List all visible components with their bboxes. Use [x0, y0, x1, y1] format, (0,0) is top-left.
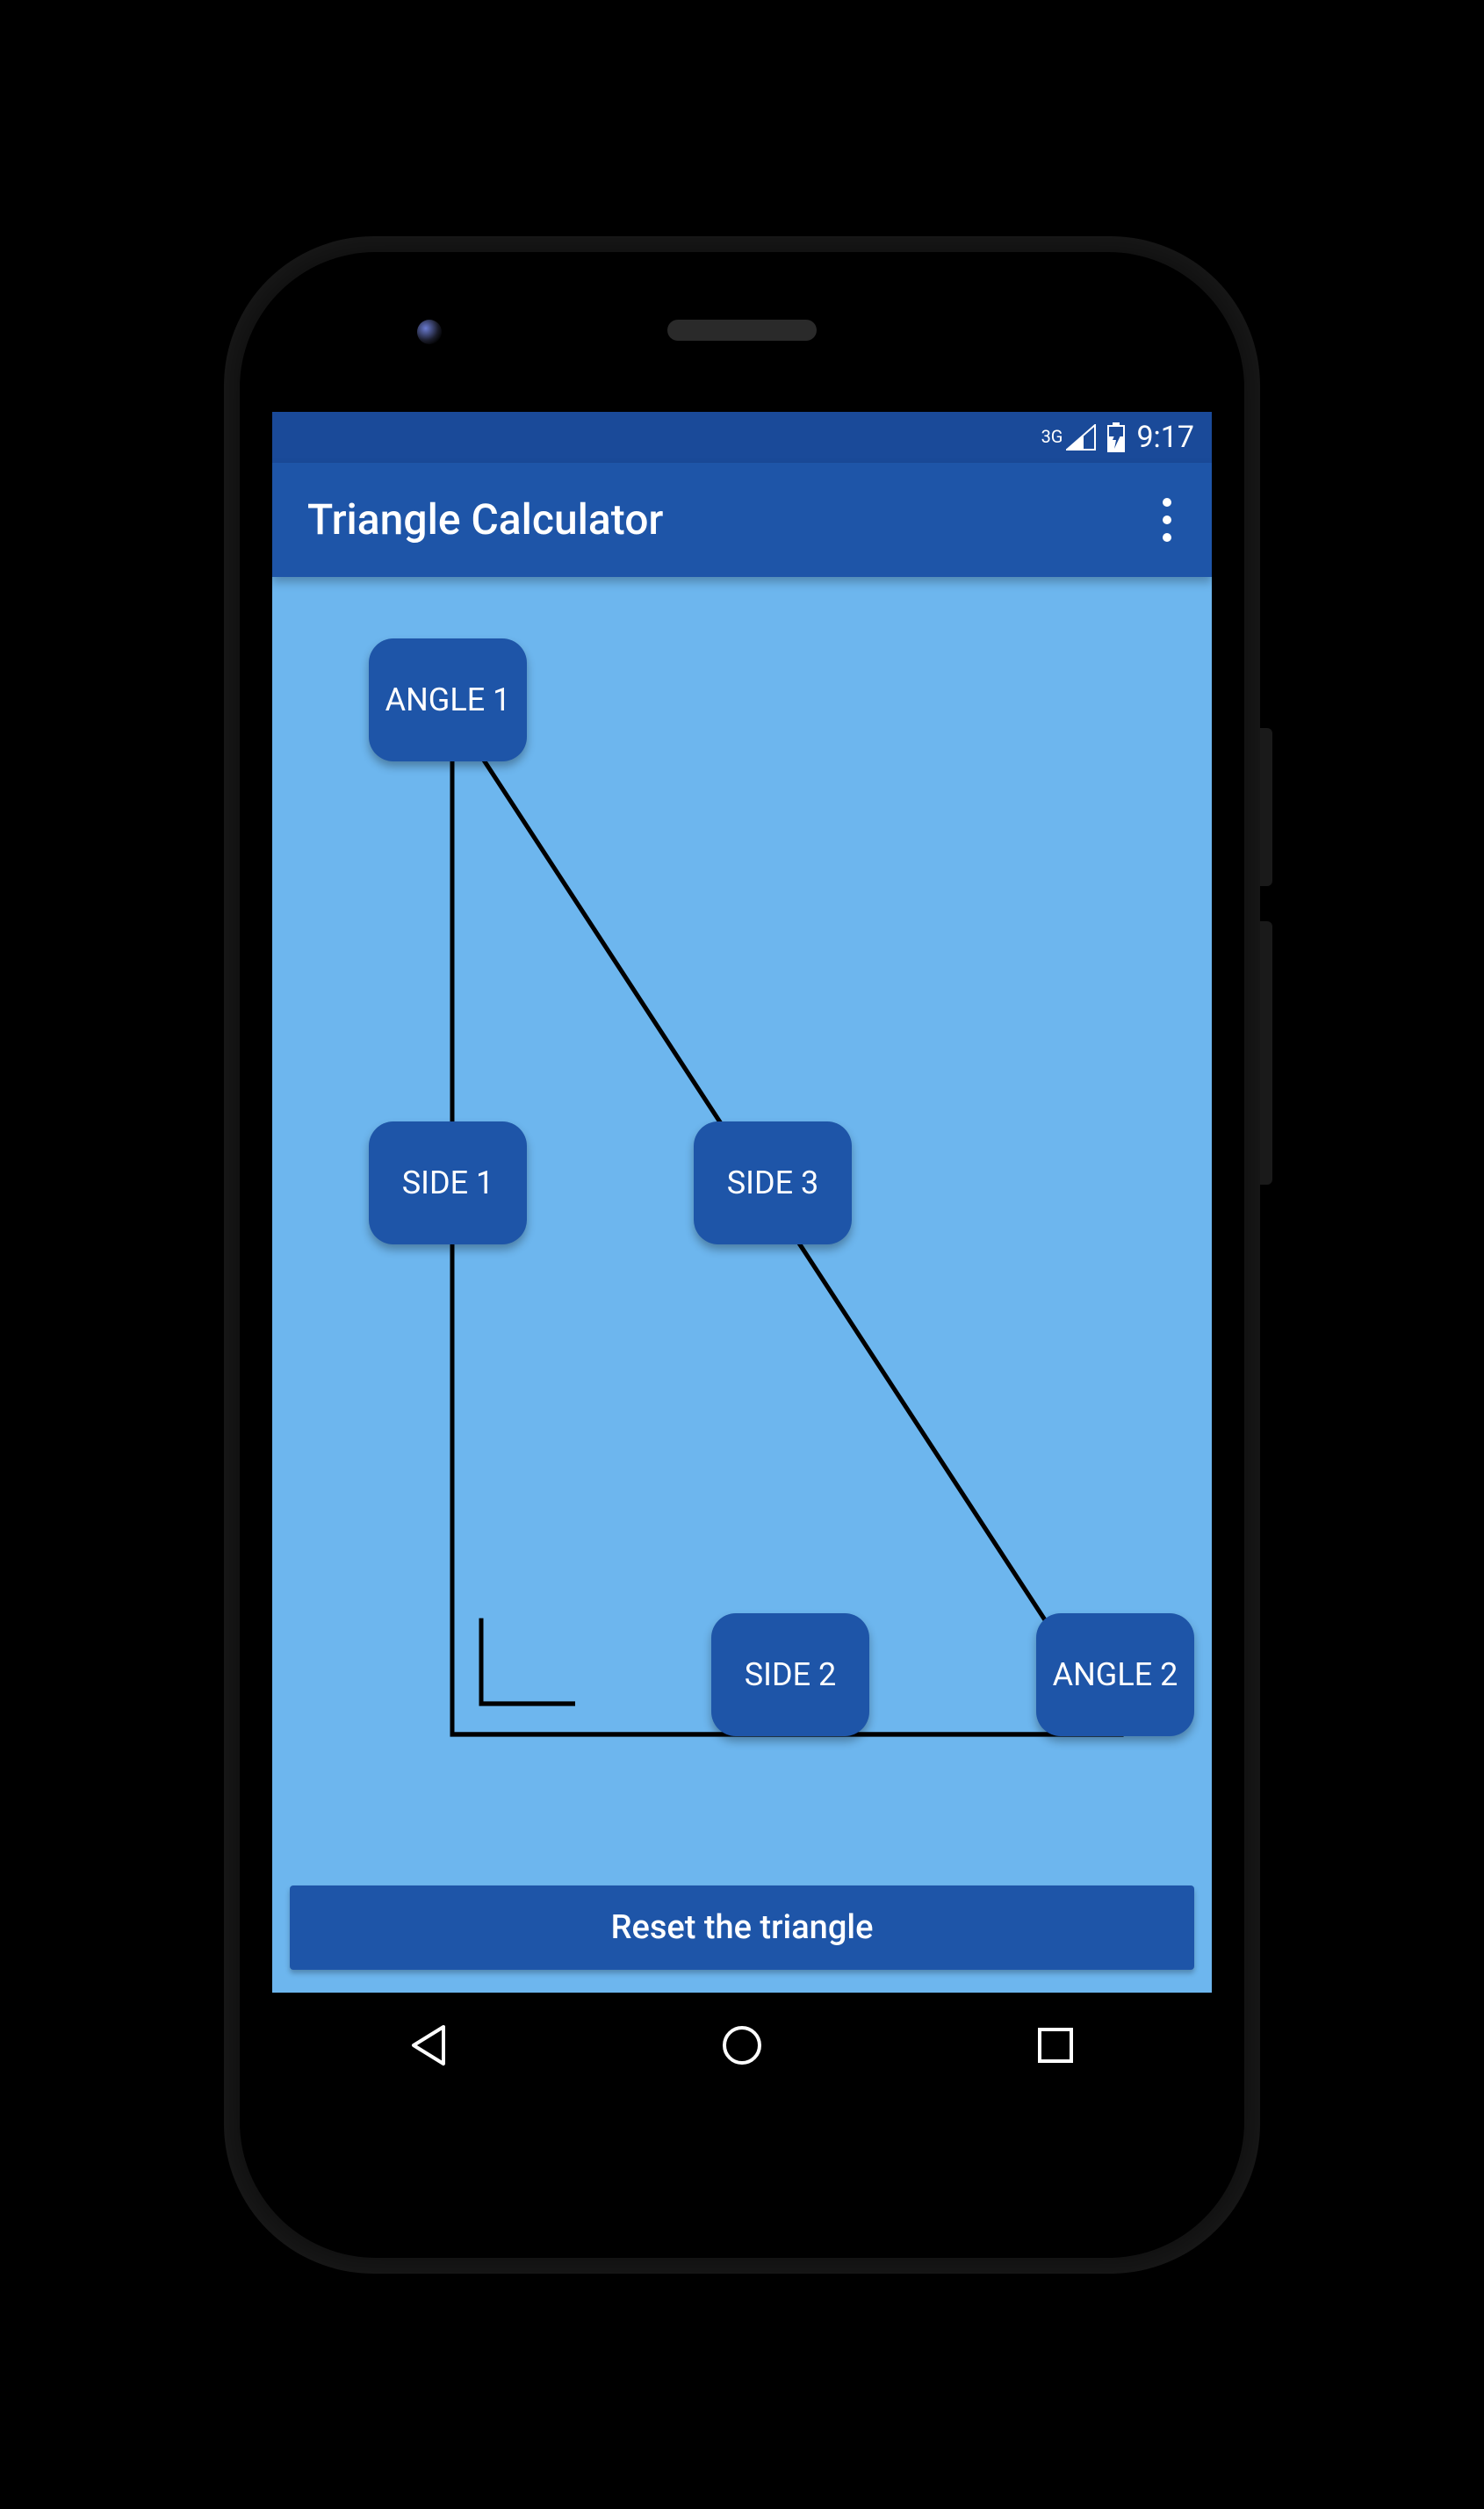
phone-earpiece — [667, 320, 817, 341]
side-3-input[interactable]: SIDE 3 — [694, 1121, 852, 1244]
signal-icon — [1066, 424, 1096, 451]
network-type-label: 3G — [1041, 426, 1063, 447]
content-area: ANGLE 1 SIDE 1 SIDE 3 SIDE 2 ANGLE 2 Res… — [272, 577, 1212, 1993]
app-bar: Triangle Calculator — [272, 463, 1212, 577]
back-icon — [408, 2023, 449, 2067]
phone-front-camera — [417, 320, 442, 344]
triangle-canvas: ANGLE 1 SIDE 1 SIDE 3 SIDE 2 ANGLE 2 — [272, 577, 1212, 1878]
reset-button[interactable]: Reset the triangle — [290, 1885, 1194, 1970]
phone-frame: 3G 9:17 Triangle Calculator — [224, 236, 1260, 2274]
side-1-input[interactable]: SIDE 1 — [369, 1121, 527, 1244]
navigation-bar — [272, 1993, 1212, 2098]
nav-recent-button[interactable] — [1024, 2014, 1087, 2077]
home-icon — [720, 2023, 764, 2067]
phone-volume-button — [1260, 921, 1272, 1185]
battery-icon — [1106, 422, 1126, 452]
side-2-input[interactable]: SIDE 2 — [711, 1613, 869, 1736]
angle-2-input[interactable]: ANGLE 2 — [1036, 1613, 1194, 1736]
angle-1-input[interactable]: ANGLE 1 — [369, 638, 527, 761]
recent-apps-icon — [1036, 2026, 1075, 2065]
status-time: 9:17 — [1136, 420, 1194, 455]
signal-indicator: 3G — [1041, 424, 1097, 451]
screen: 3G 9:17 Triangle Calculator — [272, 412, 1212, 2098]
nav-back-button[interactable] — [397, 2014, 460, 2077]
overflow-menu-icon[interactable] — [1154, 489, 1180, 551]
phone-power-button — [1260, 728, 1272, 886]
nav-home-button[interactable] — [710, 2014, 774, 2077]
app-title: Triangle Calculator — [307, 494, 663, 544]
status-bar: 3G 9:17 — [272, 412, 1212, 463]
